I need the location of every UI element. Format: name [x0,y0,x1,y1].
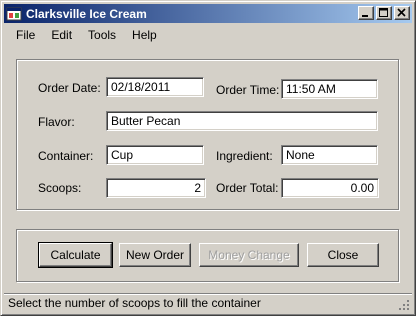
app-window: Clarksville Ice Cream File Edit Tools He… [0,0,416,316]
menu-edit[interactable]: Edit [44,26,79,44]
order-time-field[interactable]: 11:50 AM [281,79,378,99]
order-time-label: Order Time: [216,83,280,97]
menu-tools[interactable]: Tools [81,26,123,44]
ingredient-field[interactable]: None [281,145,378,165]
app-window-icon [6,6,22,22]
maximize-icon [379,8,388,17]
menu-help[interactable]: Help [125,26,164,44]
resize-grip-icon[interactable] [398,299,410,311]
order-total-label: Order Total: [216,181,279,195]
new-order-button[interactable]: New Order [119,243,191,267]
title-bar[interactable]: Clarksville Ice Cream [4,4,412,23]
menu-bar: File Edit Tools Help [4,25,412,45]
money-change-button: Money Change [199,243,299,267]
order-total-field[interactable]: 0.00 [281,178,379,198]
flavor-field[interactable]: Butter Pecan [106,111,378,131]
calculate-button[interactable]: Calculate [38,242,113,268]
status-bar: Select the number of scoops to fill the … [4,293,412,313]
ingredient-label: Ingredient: [216,149,273,163]
order-date-field[interactable]: 02/18/2011 [106,77,204,97]
scoops-label: Scoops: [38,181,82,195]
maximize-button[interactable] [376,6,392,20]
close-window-button[interactable] [394,6,410,20]
container-field[interactable]: Cup [106,145,204,165]
scoops-field[interactable]: 2 [106,178,206,198]
flavor-label: Flavor: [38,115,75,129]
status-text: Select the number of scoops to fill the … [8,296,261,310]
minimize-icon [362,15,368,17]
title-buttons [356,6,410,20]
close-button[interactable]: Close [307,243,379,267]
order-date-label: Order Date: [38,81,101,95]
window-title: Clarksville Ice Cream [26,6,147,21]
menu-file[interactable]: File [9,26,42,44]
container-label: Container: [38,149,94,163]
minimize-button[interactable] [358,6,374,20]
close-icon [397,8,406,17]
